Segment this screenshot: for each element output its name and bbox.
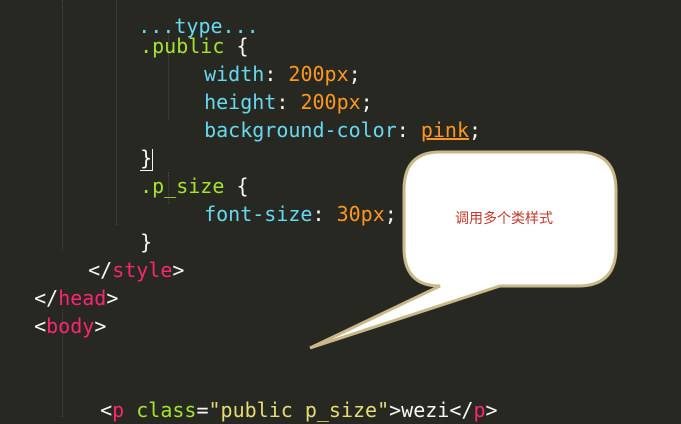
speech-bubble-callout <box>309 150 618 350</box>
callout-text: 调用多个类样式 <box>455 211 553 227</box>
speech-bubble-shape <box>309 150 618 350</box>
